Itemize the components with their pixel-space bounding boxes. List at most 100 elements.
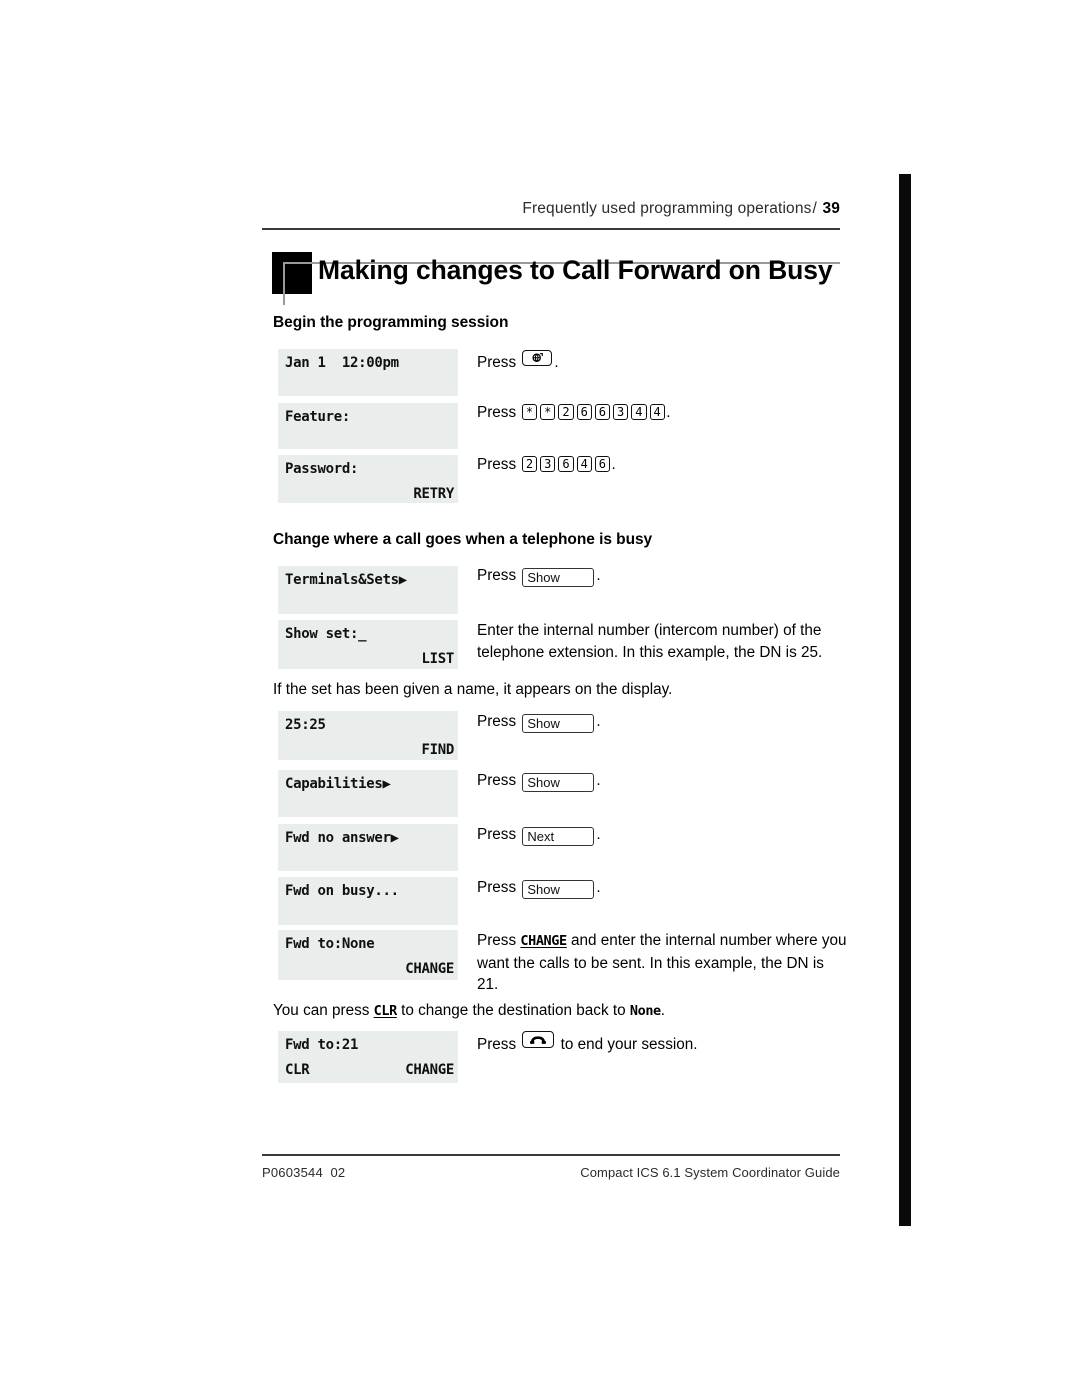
- key-4[interactable]: 4: [576, 456, 592, 472]
- lcd-softlabel-list: LIST: [421, 651, 454, 667]
- key-6b[interactable]: 6: [594, 404, 611, 420]
- lcd-line-1: Feature:: [285, 409, 351, 425]
- clr-text-b: to change the destination back to: [401, 1002, 626, 1019]
- instruction-press-show-fwd-busy: Press Show.: [477, 877, 849, 899]
- key-2[interactable]: 2: [558, 404, 574, 420]
- instruction-press-password: Press 23646.: [477, 454, 849, 476]
- lcd-line-1: Fwd to:21: [285, 1037, 359, 1053]
- instruction-press-show-dn: Press Show.: [477, 711, 849, 733]
- footer-guide-title: Compact ICS 6.1 System Coordinator Guide: [580, 1165, 840, 1180]
- clr-text-a: You can press: [273, 1002, 370, 1019]
- instruction-press-change: Press CHANGE and enter the internal numb…: [477, 930, 849, 996]
- lcd-line-1: Fwd to:None: [285, 936, 375, 952]
- instruction-press-feature: Press .: [477, 350, 849, 374]
- key-6a[interactable]: 6: [576, 404, 592, 420]
- softkey-next[interactable]: Next: [522, 827, 595, 846]
- lcd-line-1: Capabilities▶: [285, 776, 391, 792]
- lcd-line-1: Terminals&Sets▶: [285, 572, 407, 588]
- paragraph-name-on-display: If the set has been given a name, it app…: [273, 681, 673, 698]
- instruction-suffix: .: [596, 879, 601, 896]
- clr-text-end: .: [660, 1002, 666, 1019]
- paragraph-clr-reset: You can press CLR to change the destinat…: [273, 1000, 848, 1023]
- key-star-1[interactable]: *: [521, 404, 538, 420]
- instruction-prefix: Press: [477, 456, 517, 473]
- lcd-display-show-set: Show set:_ LIST: [278, 620, 458, 669]
- lcd-display-dn-2525: 25:25 FIND: [278, 711, 458, 760]
- instruction-suffix: .: [554, 354, 559, 371]
- key-2[interactable]: 2: [521, 456, 538, 472]
- instruction-suffix: .: [596, 713, 601, 730]
- lcd-softlabel-change: CHANGE: [405, 961, 454, 977]
- key-star-2[interactable]: *: [540, 404, 556, 420]
- section-heading-change-where: Change where a call goes when a telephon…: [273, 531, 653, 548]
- instruction-press-feature-code: Press * * 2 6 6 3 4 4.: [477, 402, 849, 424]
- instruction-prefix: Press: [477, 772, 517, 789]
- instruction-suffix: .: [666, 404, 671, 421]
- instruction-enter-internal-number: Enter the internal number (intercom numb…: [477, 622, 823, 661]
- lcd-display-password-prompt: Password: RETRY: [278, 455, 458, 503]
- lcd-display-fwd-to-21: Fwd to:21 CLR CHANGE: [278, 1031, 458, 1083]
- key-4a[interactable]: 4: [631, 404, 647, 420]
- instruction-press-show-terminals: Press Show.: [477, 565, 849, 587]
- page-title: Making changes to Call Forward on Busy: [318, 255, 833, 285]
- lcd-softlabel-find: FIND: [421, 742, 454, 758]
- lcd-softlabel-change: CHANGE: [405, 1062, 454, 1078]
- instruction-end-session: Press to end your session.: [477, 1031, 849, 1056]
- instruction-press-next: Press Next.: [477, 824, 849, 846]
- inline-softkey-change[interactable]: CHANGE: [520, 933, 567, 949]
- lcd-softlabel-retry: RETRY: [413, 486, 454, 502]
- lcd-display-terminals-sets: Terminals&Sets▶: [278, 566, 458, 614]
- lcd-display-fwd-on-busy: Fwd on busy...: [278, 877, 458, 925]
- feature-key-icon[interactable]: [522, 350, 553, 366]
- inline-softkey-clr[interactable]: CLR: [374, 1003, 398, 1019]
- key-3[interactable]: 3: [540, 456, 556, 472]
- instruction-press-show-capabilities: Press Show.: [477, 770, 849, 792]
- chapter-marker-square: [272, 252, 312, 294]
- title-rule-vertical: [283, 262, 285, 305]
- instruction-prefix: Press: [477, 826, 517, 843]
- lcd-line-1: Fwd on busy...: [285, 883, 399, 899]
- instruction-prefix: Press: [477, 1036, 517, 1053]
- instruction-prefix: Press: [477, 713, 517, 730]
- header-rule: [262, 228, 840, 230]
- lcd-display-fwd-to-none: Fwd to:None CHANGE: [278, 930, 458, 980]
- instruction-suffix: .: [596, 826, 601, 843]
- key-6[interactable]: 6: [558, 456, 574, 472]
- section-heading-begin-session: Begin the programming session: [273, 314, 509, 331]
- page-edge-bar: [899, 174, 911, 1226]
- lcd-display-fwd-no-answer: Fwd no answer▶: [278, 824, 458, 871]
- lcd-line-1: Show set:_: [285, 626, 367, 642]
- key-4b[interactable]: 4: [649, 404, 665, 420]
- lcd-line-1: 25:25: [285, 717, 326, 733]
- lcd-softlabel-clr: CLR: [285, 1062, 310, 1078]
- lcd-display-capabilities: Capabilities▶: [278, 770, 458, 817]
- instruction-prefix: Press: [477, 404, 517, 421]
- key-6b[interactable]: 6: [594, 456, 611, 472]
- page-number: 39: [822, 200, 840, 217]
- lcd-display-datetime: Jan 1 12:00pm: [278, 349, 458, 396]
- instruction-suffix: to end your session.: [560, 1036, 698, 1053]
- footer-rule: [262, 1154, 840, 1156]
- key-3[interactable]: 3: [613, 404, 629, 420]
- lcd-line-1: Password:: [285, 461, 359, 477]
- release-handset-icon[interactable]: [522, 1031, 555, 1048]
- softkey-show[interactable]: Show: [522, 880, 595, 899]
- instruction-prefix: Press: [477, 354, 517, 371]
- instruction-prefix: Press: [477, 879, 517, 896]
- instruction-prefix: Press: [477, 567, 517, 584]
- running-header-separator: /: [812, 200, 817, 217]
- running-header-text: Frequently used programming operations: [522, 200, 812, 217]
- instruction-suffix: .: [611, 456, 616, 473]
- lcd-display-feature-prompt: Feature:: [278, 403, 458, 449]
- instruction-prefix: Press: [477, 932, 517, 949]
- document-page: Frequently used programming operations/ …: [0, 0, 1080, 1397]
- instruction-suffix: .: [596, 567, 601, 584]
- running-header: Frequently used programming operations/ …: [262, 200, 840, 218]
- softkey-show[interactable]: Show: [522, 568, 595, 587]
- lcd-line-1: Jan 1 12:00pm: [285, 355, 399, 371]
- inline-value-none: None: [629, 1003, 661, 1019]
- softkey-show[interactable]: Show: [522, 773, 595, 792]
- instruction-suffix: .: [596, 772, 601, 789]
- lcd-line-1: Fwd no answer▶: [285, 830, 399, 846]
- softkey-show[interactable]: Show: [522, 714, 595, 733]
